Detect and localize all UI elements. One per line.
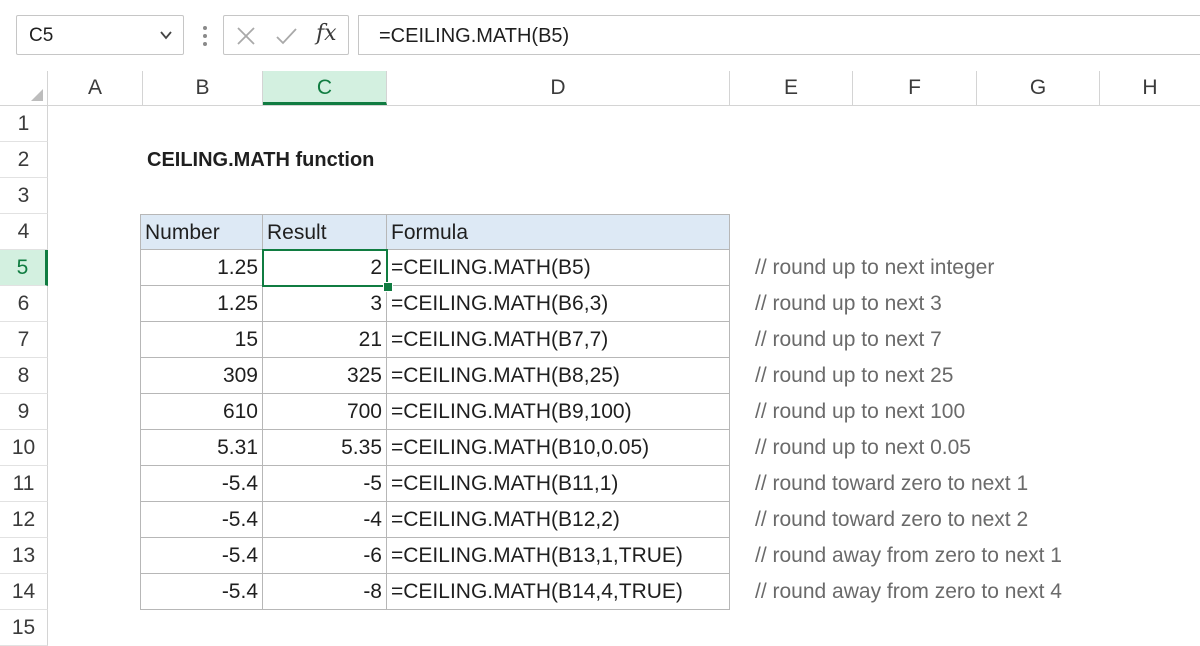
enter-check-icon[interactable] bbox=[274, 24, 298, 48]
comment-cell[interactable]: // round toward zero to next 2 bbox=[755, 502, 1028, 538]
comment-cell[interactable]: // round up to next 3 bbox=[755, 286, 942, 322]
row-header-6[interactable]: 6 bbox=[0, 286, 48, 322]
number-cell[interactable]: 309 bbox=[140, 358, 263, 394]
column-header-e[interactable]: E bbox=[730, 71, 853, 105]
number-cell[interactable]: -5.4 bbox=[140, 574, 263, 610]
result-cell[interactable]: -6 bbox=[263, 538, 387, 574]
number-cell[interactable]: 1.25 bbox=[140, 250, 263, 286]
result-cell[interactable]: -4 bbox=[263, 502, 387, 538]
comment-cell[interactable]: // round up to next 25 bbox=[755, 358, 953, 394]
formula-cell[interactable]: =CEILING.MATH(B11,1) bbox=[387, 466, 730, 502]
row-header-7[interactable]: 7 bbox=[0, 322, 48, 358]
column-headers: A B C D E F G H bbox=[0, 71, 1200, 106]
fill-handle[interactable] bbox=[383, 282, 393, 292]
more-options-icon[interactable] bbox=[197, 22, 213, 50]
comment-cell[interactable]: // round away from zero to next 4 bbox=[755, 574, 1062, 610]
row-header-8[interactable]: 8 bbox=[0, 358, 48, 394]
comment-cell[interactable]: // round up to next 0.05 bbox=[755, 430, 971, 466]
comment-cell[interactable]: // round up to next integer bbox=[755, 250, 994, 286]
name-box[interactable]: C5 bbox=[16, 15, 184, 55]
formula-cell[interactable]: =CEILING.MATH(B9,100) bbox=[387, 394, 730, 430]
formula-bar: C5 fx =CEILING.MATH(B5) bbox=[0, 0, 1200, 71]
column-header-f[interactable]: F bbox=[853, 71, 977, 105]
formula-input[interactable]: =CEILING.MATH(B5) bbox=[358, 15, 1200, 55]
row-header-2[interactable]: 2 bbox=[0, 142, 48, 178]
number-cell[interactable]: 5.31 bbox=[140, 430, 263, 466]
number-cell[interactable]: 15 bbox=[140, 322, 263, 358]
number-cell[interactable]: 1.25 bbox=[140, 286, 263, 322]
select-all-triangle-icon[interactable] bbox=[31, 89, 43, 101]
row-header-12[interactable]: 12 bbox=[0, 502, 48, 538]
formula-cell[interactable]: =CEILING.MATH(B14,4,TRUE) bbox=[387, 574, 730, 610]
row-header-14[interactable]: 14 bbox=[0, 574, 48, 610]
result-cell[interactable]: 325 bbox=[263, 358, 387, 394]
column-header-h[interactable]: H bbox=[1100, 71, 1200, 105]
result-cell[interactable]: -5 bbox=[263, 466, 387, 502]
column-header-a[interactable]: A bbox=[48, 71, 143, 105]
number-cell[interactable]: -5.4 bbox=[140, 502, 263, 538]
worksheet-grid: A B C D E F G H 1 2 3 4 5 6 7 8 9 10 11 … bbox=[0, 71, 1200, 646]
column-header-d[interactable]: D bbox=[387, 71, 730, 105]
formula-cell[interactable]: =CEILING.MATH(B10,0.05) bbox=[387, 430, 730, 466]
row-header-5[interactable]: 5 bbox=[0, 250, 48, 286]
column-header-g[interactable]: G bbox=[977, 71, 1100, 105]
row-header-1[interactable]: 1 bbox=[0, 106, 48, 142]
row-header-4[interactable]: 4 bbox=[0, 214, 48, 250]
number-cell[interactable]: 610 bbox=[140, 394, 263, 430]
result-cell[interactable]: 3 bbox=[263, 286, 387, 322]
formula-text[interactable]: =CEILING.MATH(B5) bbox=[379, 25, 569, 48]
row-header-3[interactable]: 3 bbox=[0, 178, 48, 214]
comment-cell[interactable]: // round up to next 100 bbox=[755, 394, 965, 430]
formula-buttons: fx bbox=[223, 15, 349, 55]
row-header-9[interactable]: 9 bbox=[0, 394, 48, 430]
result-cell[interactable]: -8 bbox=[263, 574, 387, 610]
select-all-corner[interactable] bbox=[0, 71, 48, 105]
result-cell[interactable]: 5.35 bbox=[263, 430, 387, 466]
comment-cell[interactable]: // round up to next 7 bbox=[755, 322, 942, 358]
formula-cell[interactable]: =CEILING.MATH(B13,1,TRUE) bbox=[387, 538, 730, 574]
chevron-down-icon[interactable] bbox=[159, 28, 173, 42]
name-box-value[interactable]: C5 bbox=[29, 25, 53, 47]
insert-function-icon[interactable]: fx bbox=[316, 21, 337, 46]
number-cell[interactable]: -5.4 bbox=[140, 538, 263, 574]
formula-cell[interactable]: =CEILING.MATH(B12,2) bbox=[387, 502, 730, 538]
sheet-title[interactable]: CEILING.MATH function bbox=[147, 142, 374, 178]
table-header-number[interactable]: Number bbox=[140, 214, 263, 250]
row-header-13[interactable]: 13 bbox=[0, 538, 48, 574]
formula-cell[interactable]: =CEILING.MATH(B6,3) bbox=[387, 286, 730, 322]
formula-cell[interactable]: =CEILING.MATH(B5) bbox=[387, 250, 730, 286]
table-header-formula[interactable]: Formula bbox=[387, 214, 730, 250]
row-header-10[interactable]: 10 bbox=[0, 430, 48, 466]
formula-cell[interactable]: =CEILING.MATH(B8,25) bbox=[387, 358, 730, 394]
table-header-result[interactable]: Result bbox=[263, 214, 387, 250]
comment-cell[interactable]: // round toward zero to next 1 bbox=[755, 466, 1028, 502]
result-cell[interactable]: 21 bbox=[263, 322, 387, 358]
row-header-11[interactable]: 11 bbox=[0, 466, 48, 502]
column-header-c[interactable]: C bbox=[263, 71, 387, 105]
formula-cell[interactable]: =CEILING.MATH(B7,7) bbox=[387, 322, 730, 358]
column-header-b[interactable]: B bbox=[143, 71, 263, 105]
comment-cell[interactable]: // round away from zero to next 1 bbox=[755, 538, 1062, 574]
cancel-icon[interactable] bbox=[234, 24, 258, 48]
result-cell[interactable]: 2 bbox=[263, 250, 387, 286]
number-cell[interactable]: -5.4 bbox=[140, 466, 263, 502]
row-header-15[interactable]: 15 bbox=[0, 610, 48, 646]
result-cell[interactable]: 700 bbox=[263, 394, 387, 430]
